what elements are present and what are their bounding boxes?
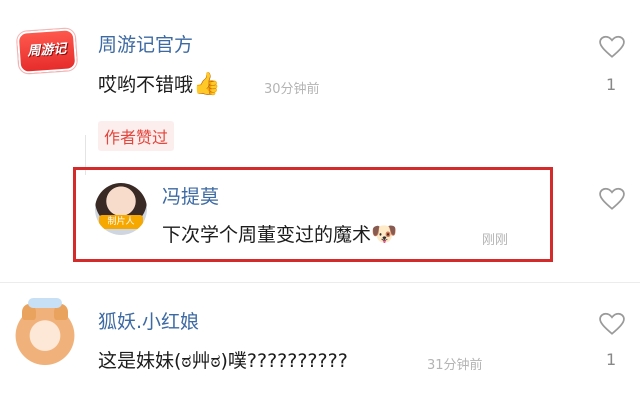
comment-time: 31分钟前 [427,358,483,373]
doge-emoji: 🐶 [371,222,398,246]
comment-username[interactable]: 周游记官方 [98,30,193,57]
avatar-tag: 制片人 [99,215,143,229]
comment-text: 哎哟不错哦 [98,74,194,96]
reply-time: 刚刚 [482,233,509,248]
comment-divider [0,282,640,283]
reply-content: 下次学个周董变过的魔术🐶 [162,220,397,247]
heart-outline-icon [599,187,625,210]
like-button[interactable] [599,35,625,63]
heart-outline-icon [599,312,625,335]
like-count: 1 [606,350,617,369]
like-button[interactable] [599,312,625,340]
comment-content: 哎哟不错哦👍 [98,70,220,97]
avatar-hat [28,298,62,308]
reply-username[interactable]: 冯提莫 [162,182,219,209]
like-count: 1 [606,75,617,94]
author-liked-badge: 作者赞过 [98,121,175,151]
avatar-logo-text: 周游记 [26,41,67,60]
heart-outline-icon [599,35,625,58]
avatar-zhouyouji[interactable]: 周游记 [16,28,78,74]
reply-text: 下次学个周董变过的魔术 [162,224,372,246]
reply-like-button[interactable] [599,187,625,215]
thumbs-up-emoji: 👍 [193,72,221,97]
avatar-huyao[interactable] [14,296,76,368]
comment-username[interactable]: 狐妖.小红娘 [98,307,199,334]
comment-time: 30分钟前 [264,82,320,97]
avatar-fengtimo[interactable]: 制片人 [95,183,147,235]
comment-content: 这是妹妹(ಠ艸ಠ)噗?????????? [98,350,348,372]
